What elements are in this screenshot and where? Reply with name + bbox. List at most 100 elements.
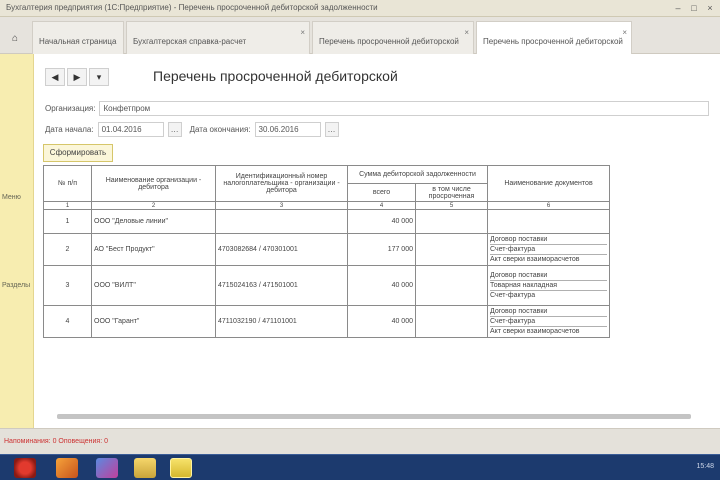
tab-bar: ⌂ Начальная страница Бухгалтерская справ…	[0, 17, 720, 55]
amount-total: 40 000	[347, 265, 416, 306]
org-label: Организация:	[45, 104, 96, 113]
tab-label: Бухгалтерская справка-расчет	[133, 37, 247, 46]
header-inn: Идентификационный номер налогоплательщик…	[215, 165, 348, 202]
amount-total: 40 000	[347, 305, 416, 338]
header-amount-total: всего	[347, 183, 416, 202]
arrow-left-icon[interactable]: ◀	[45, 68, 65, 86]
debtor-inn: 4711032190 / 471101001	[215, 305, 348, 338]
close-icon[interactable]: ×	[300, 28, 305, 37]
tab-home-page[interactable]: Начальная страница	[32, 21, 124, 54]
generate-button[interactable]: Сформировать	[43, 144, 113, 162]
documents-cell	[487, 209, 611, 234]
scrollbar-thumb[interactable]	[57, 414, 691, 419]
amount-overdue	[414, 265, 489, 306]
row-num: 1	[43, 209, 92, 234]
tab-label: Перечень просроченной дебиторской	[319, 37, 459, 46]
tab-debtors-2[interactable]: Перечень просроченной дебиторской ×	[476, 21, 632, 55]
tab-label: Перечень просроченной дебиторской	[483, 37, 623, 46]
more-icon[interactable]: ▾	[89, 68, 109, 86]
debtor-inn	[215, 209, 348, 234]
debtor-name: ООО "ВИЛТ"	[91, 265, 216, 306]
document-area: ◀ ▶ ▾ Перечень просроченной дебиторской …	[35, 54, 720, 428]
amount-overdue	[414, 305, 489, 338]
date-end-label: Дата окончания:	[189, 125, 251, 134]
debtor-inn: 4703082684 / 470301001	[215, 233, 348, 266]
org-input[interactable]: Конфетпром	[99, 101, 710, 116]
row-num: 4	[43, 305, 92, 338]
close-icon[interactable]: ×	[464, 28, 469, 37]
document-item: Акт сверки взаиморасчетов	[490, 328, 580, 335]
document-item: Товарная накладная	[490, 281, 608, 291]
table-row[interactable]: 1 ООО "Деловые линии" 40 000	[43, 209, 611, 234]
folder-icon[interactable]	[134, 458, 156, 478]
firefox-icon[interactable]	[56, 458, 78, 478]
table-row[interactable]: 2 АО "Бест Продукт" 4703082684 / 4703010…	[43, 233, 611, 266]
clock[interactable]: 15:48	[696, 463, 714, 470]
document-item: Счет-фактура	[490, 317, 608, 327]
table-row[interactable]: 3 ООО "ВИЛТ" 4715024163 / 471501001 40 0…	[43, 265, 611, 306]
opera-icon[interactable]	[14, 458, 36, 478]
col-num: 3	[215, 201, 348, 210]
home-icon[interactable]: ⌂	[6, 31, 24, 47]
debtor-name: ООО "Деловые линии"	[91, 209, 216, 234]
col-num: 2	[91, 201, 216, 210]
header-amount-overdue: в том числе просроченная	[414, 183, 489, 202]
amount-total: 40 000	[347, 209, 416, 234]
minimize-icon[interactable]: –	[672, 2, 684, 14]
date-start-label: Дата начала:	[45, 125, 94, 134]
panel-item-menu[interactable]: Меню	[2, 194, 21, 201]
sections-panel: Меню Разделы	[0, 54, 34, 428]
header-name: Наименование организации - дебитора	[91, 165, 216, 202]
col-num: 4	[347, 201, 416, 210]
document-item: Договор поставки	[490, 271, 608, 281]
header-num: № п/п	[43, 165, 92, 202]
close-icon[interactable]: ×	[704, 2, 716, 14]
window-titlebar: Бухгалтерия предприятия (1С:Предприятие)…	[0, 0, 720, 17]
documents-cell: Договор поставки Счет-фактура Акт сверки…	[487, 233, 611, 266]
document-item: Договор поставки	[490, 235, 608, 245]
document-item: Акт сверки взаиморасчетов	[490, 256, 580, 263]
maximize-icon[interactable]: □	[688, 2, 700, 14]
date-end-input[interactable]: 30.06.2016	[254, 122, 321, 137]
document-item: Счет-фактура	[490, 292, 536, 299]
date-start-input[interactable]: 01.04.2016	[97, 122, 164, 137]
debtor-name: ООО "Гарант"	[91, 305, 216, 338]
document-item: Договор поставки	[490, 307, 608, 317]
debtor-name: АО "Бест Продукт"	[91, 233, 216, 266]
row-num: 3	[43, 265, 92, 306]
period-row: Дата начала: 01.04.2016 … Дата окончания…	[45, 122, 339, 137]
debtors-table: № п/п Наименование организации - дебитор…	[43, 165, 611, 338]
1c-app-icon[interactable]	[170, 458, 192, 478]
window-title: Бухгалтерия предприятия (1С:Предприятие)…	[6, 3, 378, 12]
page-title: Перечень просроченной дебиторской	[153, 68, 398, 84]
amount-overdue	[414, 209, 489, 234]
documents-cell: Договор поставки Счет-фактура Акт сверки…	[487, 305, 611, 338]
debtor-inn: 4715024163 / 471501001	[215, 265, 348, 306]
report-table: № п/п Наименование организации - дебитор…	[43, 165, 611, 338]
documents-cell: Договор поставки Товарная накладная Счет…	[487, 265, 611, 306]
close-icon[interactable]: ×	[622, 28, 627, 37]
amount-overdue	[414, 233, 489, 266]
status-bar: Напоминания: 0 Оповещения: 0	[0, 428, 720, 454]
table-row[interactable]: 4 ООО "Гарант" 4711032190 / 471101001 40…	[43, 305, 611, 338]
header-amount-group: Сумма дебиторской задолженности	[346, 165, 489, 184]
panel-item-sections[interactable]: Разделы	[2, 282, 30, 289]
window-controls: – □ ×	[672, 2, 716, 14]
document-toolbar: ◀ ▶ ▾	[45, 68, 109, 86]
header-docs: Наименование документов	[487, 165, 611, 202]
document-item: Счет-фактура	[490, 245, 608, 255]
arrow-right-icon[interactable]: ▶	[67, 68, 87, 86]
calendar-icon[interactable]: …	[167, 122, 182, 137]
col-num: 6	[487, 201, 611, 210]
calendar-icon[interactable]: …	[324, 122, 339, 137]
status-text[interactable]: Напоминания: 0 Оповещения: 0	[4, 438, 108, 445]
col-num: 1	[43, 201, 92, 210]
amount-total: 177 000	[347, 233, 416, 266]
taskbar: 15:48	[0, 454, 720, 480]
organization-row: Организация: Конфетпром	[45, 101, 710, 116]
col-num: 5	[414, 201, 489, 210]
tab-debtors-1[interactable]: Перечень просроченной дебиторской ×	[312, 21, 474, 54]
media-player-icon[interactable]	[96, 458, 118, 478]
horizontal-scrollbar[interactable]	[57, 414, 691, 419]
tab-calc-note[interactable]: Бухгалтерская справка-расчет ×	[126, 21, 310, 54]
